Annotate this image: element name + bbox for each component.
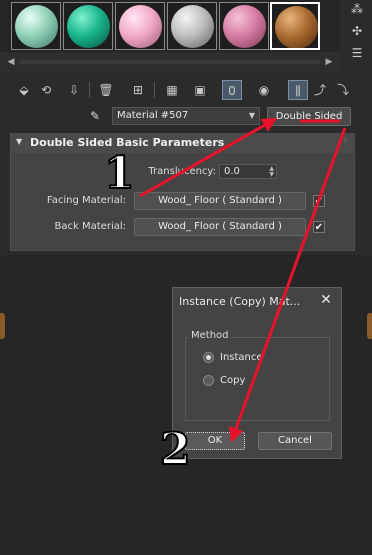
step-1-number: 1 [103,148,136,199]
step-2-number: 2 [159,424,192,475]
arrow-to-ok-button [229,127,347,443]
arrow-step1-to-button [139,118,278,198]
